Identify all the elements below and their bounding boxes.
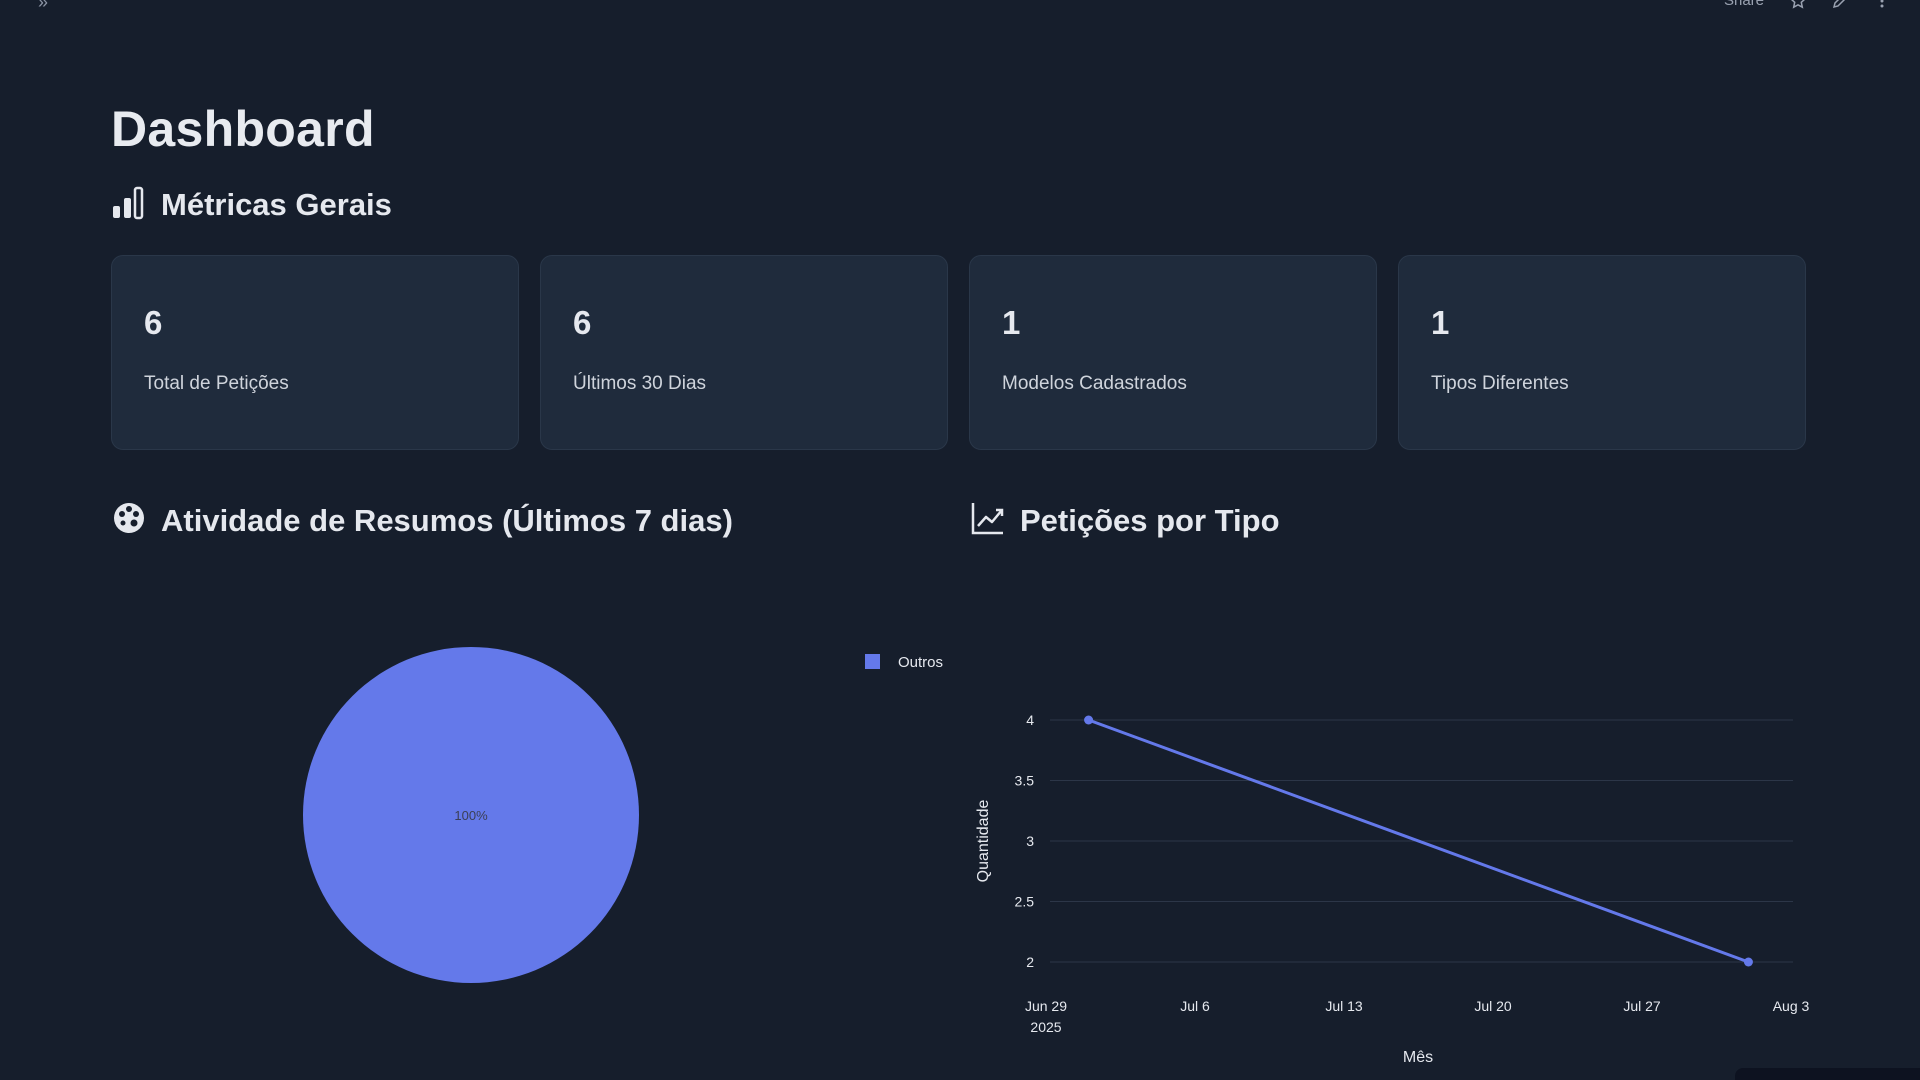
x-tick-label: Aug 3 [1773,998,1810,1014]
metric-card-ultimos-30-dias: 6 Últimos 30 Dias [540,255,948,450]
bar-chart-icon [111,184,147,225]
types-section-title: Petições por Tipo [1020,502,1280,538]
data-point[interactable] [1084,715,1094,725]
activity-section-title: Atividade de Resumos (Últimos 7 dias) [161,502,733,538]
metrics-section-header: Métricas Gerais [111,184,392,225]
metric-value: 1 [1431,304,1450,341]
x-tick-label: Jul 20 [1474,998,1512,1014]
palette-icon [111,500,147,541]
x-tick-label: Jul 6 [1180,998,1210,1014]
legend-swatch [865,654,880,669]
y-axis-label: Quantidade [975,800,992,883]
pie-chart: 100% Outros [303,647,943,983]
metric-label: Últimos 30 Dias [573,373,707,394]
x-tick-sublabel: 2025 [1030,1019,1061,1035]
x-tick-label: Jul 13 [1325,998,1363,1014]
types-section-header: Petições por Tipo [970,500,1280,541]
metric-label: Total de Petições [144,373,289,394]
metrics-section-title: Métricas Gerais [161,186,392,222]
metric-value: 1 [1002,304,1021,341]
metric-card-modelos-cadastrados: 1 Modelos Cadastrados [969,255,1377,450]
pie-data-label: 100% [454,808,488,823]
metric-label: Modelos Cadastrados [1002,373,1187,394]
y-tick-label: 3 [1026,833,1034,849]
metric-value: 6 [144,304,163,341]
line-chart-icon [970,500,1006,541]
page-title: Dashboard [111,101,375,157]
edit-icon[interactable] [1832,0,1848,9]
x-tick-label: Jul 27 [1623,998,1661,1014]
metric-card-total-peticoes: 6 Total de Petições [111,255,519,450]
activity-section-header: Atividade de Resumos (Últimos 7 dias) [111,500,733,541]
expand-sidebar-icon[interactable]: » [38,0,48,13]
metric-value: 6 [573,304,592,341]
x-axis-label: Mês [1403,1049,1433,1066]
top-actions: Share [1724,0,1890,9]
y-tick-label: 2 [1026,954,1034,970]
line-chart: 2 2.5 3 3.5 4 Jun 29 2025 Jul 6 Jul 13 Jul 20 Jul … [975,712,1810,1066]
x-tick-label: Jun 29 [1025,998,1067,1014]
y-tick-label: 3.5 [1015,773,1035,789]
top-toolbar: » Share [0,0,1920,12]
legend-label: Outros [898,654,943,671]
metric-label: Tipos Diferentes [1431,373,1569,394]
star-icon[interactable] [1790,0,1806,9]
metric-card-tipos-diferentes: 1 Tipos Diferentes [1398,255,1806,450]
share-button[interactable]: Share [1724,0,1764,9]
bottom-status-bar [1735,1068,1920,1080]
more-menu-icon[interactable] [1874,0,1890,9]
metric-cards: 6 Total de Petições 6 Últimos 30 Dias 1 … [111,255,1806,450]
y-tick-label: 2.5 [1015,894,1035,910]
data-point[interactable] [1743,957,1753,967]
y-tick-label: 4 [1026,712,1034,728]
